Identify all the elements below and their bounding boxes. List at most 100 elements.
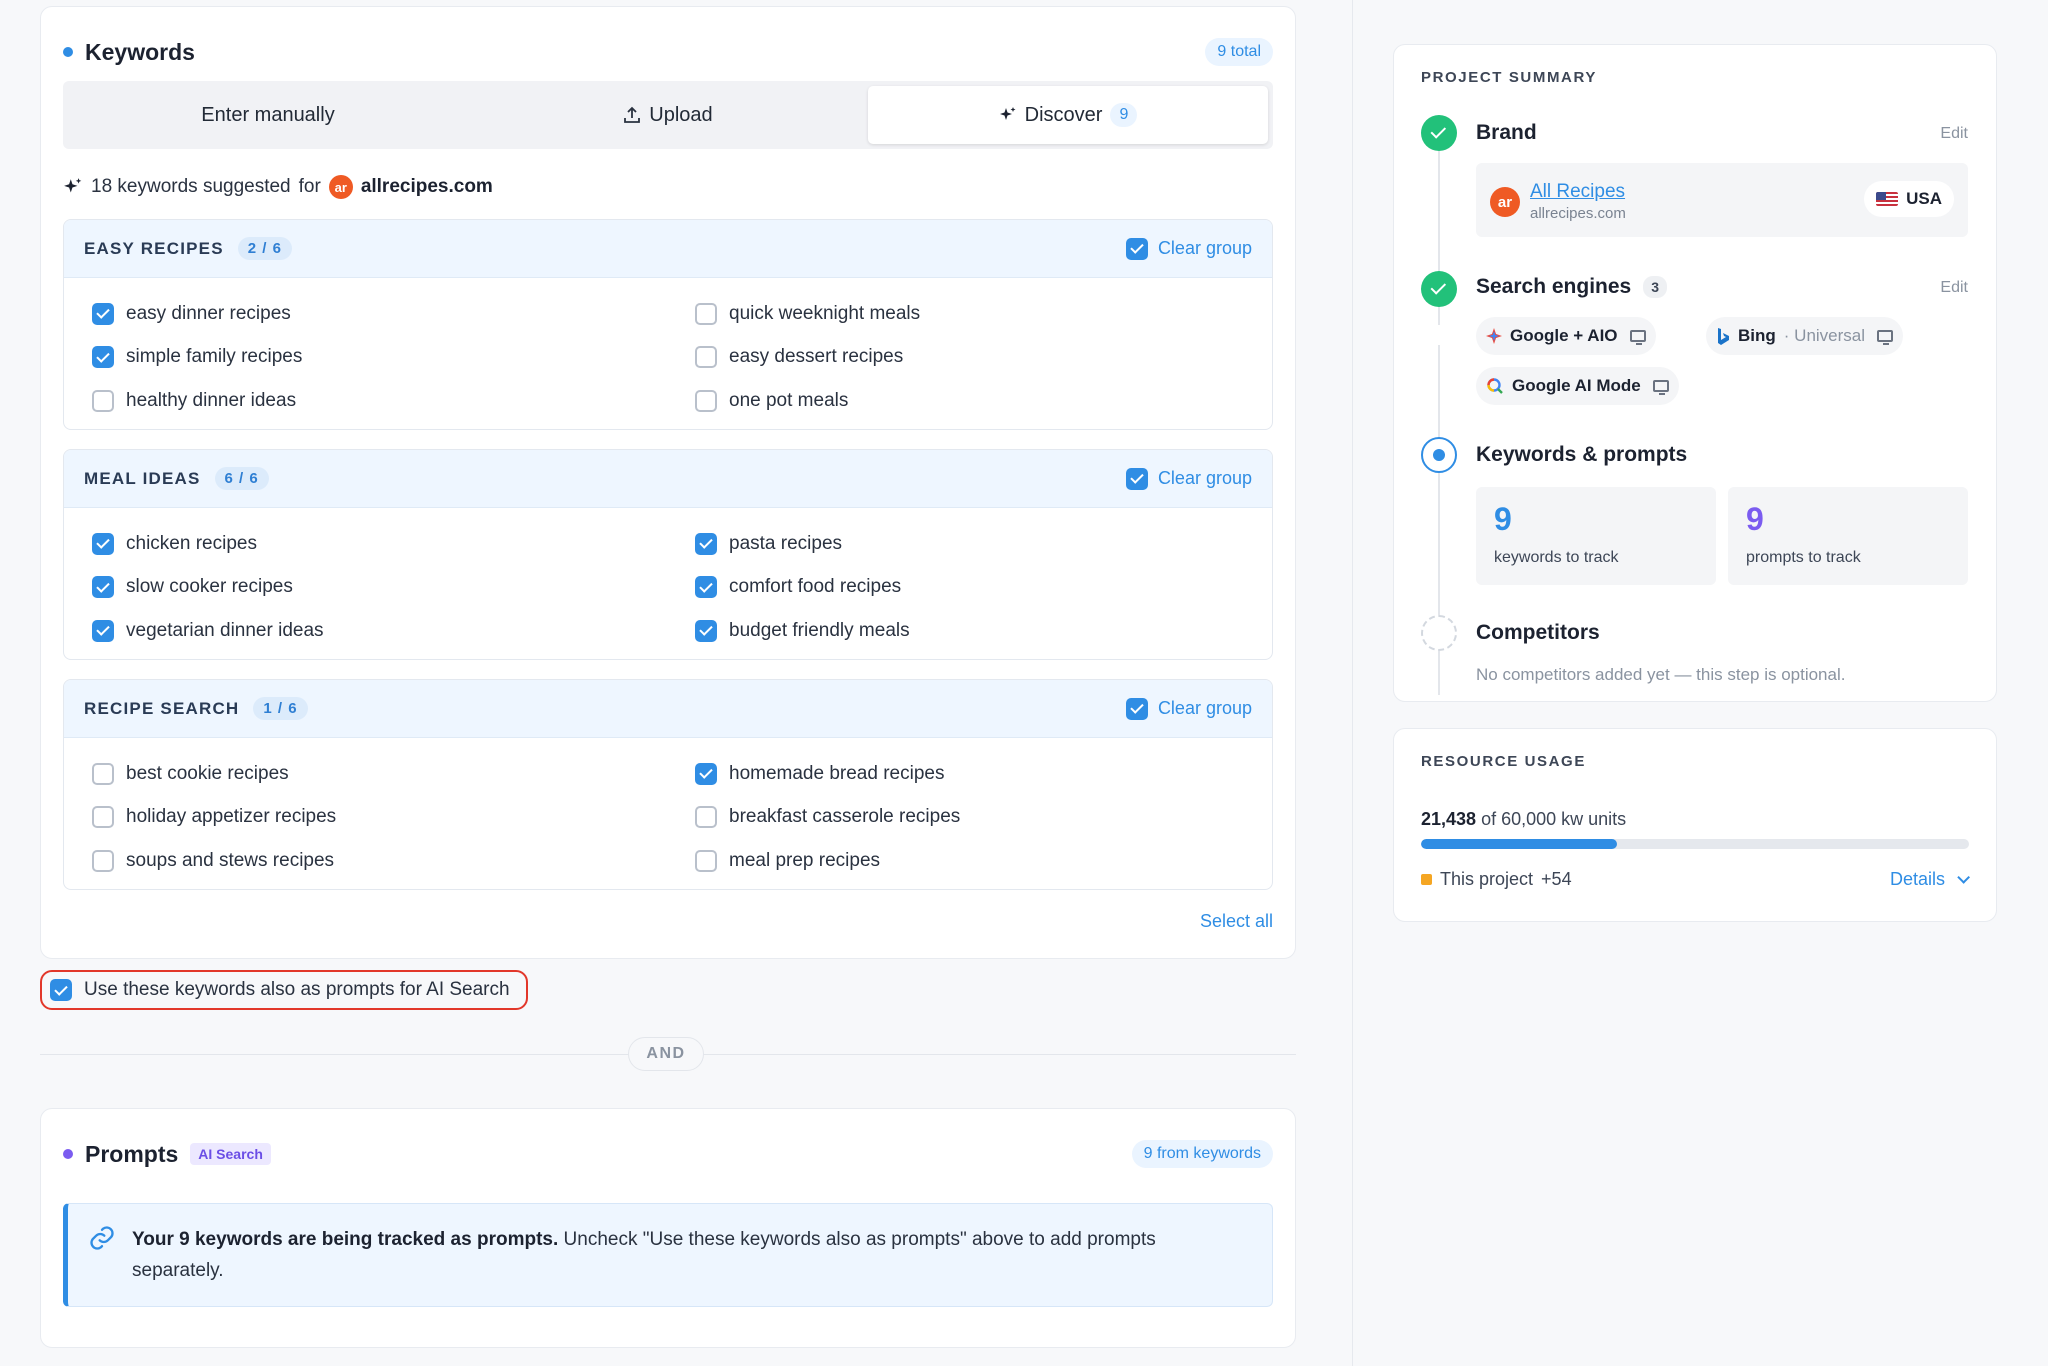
- sparkle-icon: [64, 178, 82, 193]
- keyword-item[interactable]: chicken recipes: [92, 522, 695, 566]
- keyword-item[interactable]: one pot meals: [695, 379, 1272, 423]
- brand-box: ar All Recipes allrecipes.com USA: [1476, 163, 1968, 237]
- step-current-icon: [1421, 437, 1457, 473]
- prompts-card: Prompts AI Search 9 from keywords Your 9…: [40, 1108, 1296, 1348]
- brand-logo: ar: [328, 175, 353, 199]
- keyword-checkbox[interactable]: [92, 762, 114, 785]
- clear-group-checkbox[interactable]: [1125, 237, 1148, 260]
- engines-edit-link[interactable]: Edit: [1940, 279, 1968, 297]
- keyword-checkbox[interactable]: [695, 532, 717, 555]
- keyword-label: soups and stews recipes: [126, 849, 335, 871]
- keywords-count-label: keywords to track: [1494, 549, 1619, 566]
- tab-enter-manually[interactable]: Enter manually: [68, 86, 468, 144]
- desktop-icon: [1877, 330, 1894, 345]
- keyword-item[interactable]: best cookie recipes: [92, 752, 695, 796]
- engine-chip-bing: Bing · Universal: [1706, 317, 1904, 355]
- suggestion-for-text: for: [298, 176, 321, 197]
- keyword-checkbox[interactable]: [92, 302, 114, 325]
- kp-step-label: Keywords & prompts: [1476, 443, 1688, 466]
- keyword-item[interactable]: meal prep recipes: [695, 839, 1272, 883]
- clear-group-button[interactable]: Clear group: [1125, 467, 1252, 490]
- step-done-check-icon: [1421, 271, 1457, 307]
- legend-delta: +54: [1541, 869, 1572, 889]
- group-keyword-list: best cookie recipes homemade bread recip…: [64, 738, 1272, 889]
- prompts-info-banner: Your 9 keywords are being tracked as pro…: [63, 1203, 1273, 1307]
- keyword-label: vegetarian dinner ideas: [126, 619, 324, 641]
- country-label: USA: [1906, 189, 1942, 208]
- details-toggle[interactable]: Details: [1889, 869, 1970, 890]
- prompts-stat-box: 9 prompts to track: [1728, 487, 1968, 585]
- engine-chip-google-ai-mode: Google AI Mode: [1476, 367, 1679, 405]
- engine-mode: · Universal: [1783, 326, 1866, 345]
- keyword-item[interactable]: quick weeknight meals: [695, 292, 1272, 336]
- clear-group-button[interactable]: Clear group: [1125, 237, 1252, 260]
- country-badge: USA: [1864, 181, 1954, 217]
- clear-group-label: Clear group: [1157, 468, 1252, 488]
- keyword-label: comfort food recipes: [729, 576, 902, 598]
- tab-upload[interactable]: Upload: [468, 86, 868, 144]
- clear-group-checkbox[interactable]: [1125, 697, 1148, 720]
- details-label: Details: [1889, 869, 1945, 889]
- keyword-item[interactable]: easy dinner recipes: [92, 292, 695, 336]
- keyword-source-tabs: Enter manually Upload Discover 9: [63, 81, 1273, 149]
- keyword-item[interactable]: vegetarian dinner ideas: [92, 609, 695, 653]
- keyword-checkbox[interactable]: [92, 389, 114, 412]
- keyword-item[interactable]: pasta recipes: [695, 522, 1272, 566]
- brand-name-link[interactable]: All Recipes: [1530, 181, 1625, 203]
- keyword-checkbox[interactable]: [92, 576, 114, 599]
- keyword-item[interactable]: simple family recipes: [92, 336, 695, 380]
- brand-url: allrecipes.com: [1530, 205, 1626, 222]
- keyword-item[interactable]: soups and stews recipes: [92, 839, 695, 883]
- keyword-checkbox[interactable]: [92, 346, 114, 369]
- resource-usage-card: RESOURCE USAGE 21,438 of 60,000 kw units…: [1393, 728, 1997, 922]
- group-count-badge: 1 / 6: [253, 697, 308, 720]
- keyword-item[interactable]: homemade bread recipes: [695, 752, 1272, 796]
- keyword-item[interactable]: comfort food recipes: [695, 566, 1272, 610]
- chevron-down-icon: [1957, 871, 1970, 884]
- keywords-stat-box: 9 keywords to track: [1476, 487, 1716, 585]
- keyword-checkbox[interactable]: [695, 619, 717, 642]
- keyword-checkbox[interactable]: [92, 849, 114, 872]
- group-header: MEAL IDEAS 6 / 6 Clear group: [64, 450, 1272, 508]
- keyword-checkbox[interactable]: [695, 302, 717, 325]
- keyword-group-recipe-search: RECIPE SEARCH 1 / 6 Clear group best coo…: [63, 679, 1273, 890]
- clear-group-button[interactable]: Clear group: [1125, 697, 1252, 720]
- brand-step-title: Brand: [1476, 121, 1537, 145]
- keyword-checkbox[interactable]: [695, 806, 717, 829]
- info-bold-text: Your 9 keywords are being tracked as pro…: [132, 1229, 559, 1250]
- keyword-item[interactable]: easy dessert recipes: [695, 336, 1272, 380]
- keyword-checkbox[interactable]: [695, 389, 717, 412]
- prompts-dot-icon: [63, 1149, 73, 1159]
- keyword-item[interactable]: slow cooker recipes: [92, 566, 695, 610]
- keyword-label: budget friendly meals: [729, 619, 910, 641]
- keyword-checkbox[interactable]: [695, 762, 717, 785]
- keyword-item[interactable]: holiday appetizer recipes: [92, 796, 695, 840]
- keyword-item[interactable]: budget friendly meals: [695, 609, 1272, 653]
- select-all-link[interactable]: Select all: [1200, 911, 1273, 932]
- keyword-label: homemade bread recipes: [729, 762, 945, 784]
- keyword-item[interactable]: healthy dinner ideas: [92, 379, 695, 423]
- competitors-step-title: Competitors: [1476, 621, 1600, 645]
- engines-step-title: Search engines 3: [1476, 275, 1668, 299]
- keyword-checkbox[interactable]: [92, 619, 114, 642]
- keyword-checkbox[interactable]: [92, 806, 114, 829]
- use-as-prompts-option[interactable]: Use these keywords also as prompts for A…: [40, 970, 528, 1010]
- and-label: AND: [628, 1037, 704, 1071]
- keyword-checkbox[interactable]: [695, 346, 717, 369]
- tab-discover[interactable]: Discover 9: [868, 86, 1268, 144]
- keyword-item[interactable]: breakfast casserole recipes: [695, 796, 1272, 840]
- keyword-label: easy dinner recipes: [126, 302, 291, 324]
- use-as-prompts-checkbox[interactable]: [50, 979, 72, 1001]
- brand-edit-link[interactable]: Edit: [1940, 125, 1968, 143]
- clear-group-checkbox[interactable]: [1125, 467, 1148, 490]
- competitors-step-label: Competitors: [1476, 621, 1600, 644]
- keyword-checkbox[interactable]: [695, 576, 717, 599]
- keyword-checkbox[interactable]: [92, 532, 114, 555]
- bing-icon: [1718, 328, 1729, 345]
- group-header: RECIPE SEARCH 1 / 6 Clear group: [64, 680, 1272, 738]
- brand-domain: allrecipes.com: [360, 176, 493, 197]
- kp-step-title: Keywords & prompts: [1476, 443, 1687, 467]
- keyword-checkbox[interactable]: [695, 849, 717, 872]
- legend-label: This project: [1440, 869, 1534, 889]
- engines-step-label: Search engines: [1476, 275, 1632, 298]
